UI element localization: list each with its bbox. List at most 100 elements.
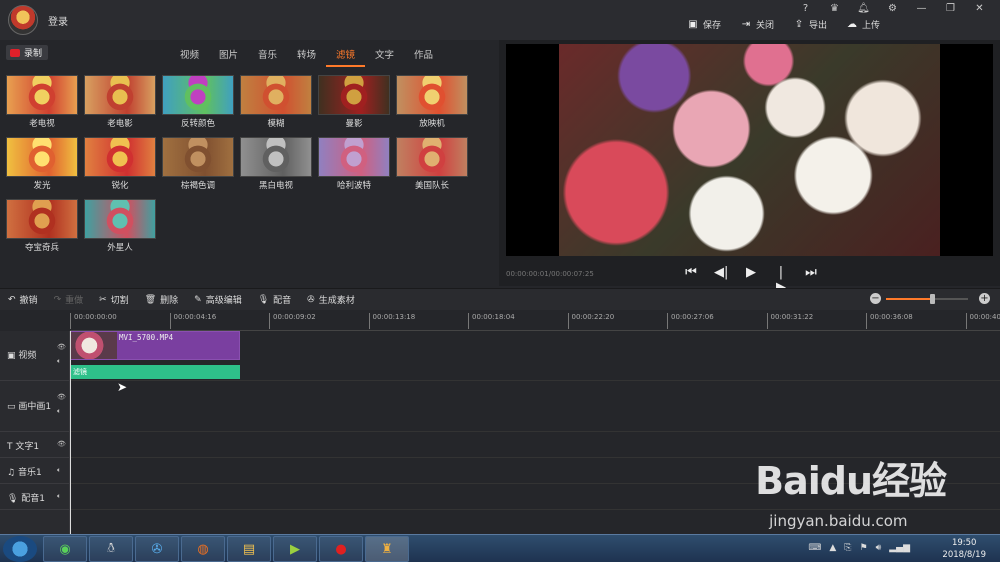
track-header-music: ♫ 音乐1 🔈︎ — [0, 458, 70, 484]
delete-button[interactable]: 🗑︎ 删除 — [144, 293, 178, 307]
file-toolbar: ▣ 保存 ⇥ 关闭 ⇪ 导出 ☁ 上传 — [688, 18, 880, 31]
volume-icon[interactable]: 🔊︎ — [876, 543, 882, 553]
upload-button[interactable]: ☁ 上传 — [847, 18, 880, 31]
filter-thumbnail — [162, 137, 234, 177]
network-icon[interactable]: ▂▄▆ — [889, 543, 910, 553]
login-link[interactable]: 登录 — [48, 13, 68, 28]
speaker-icon[interactable]: 🔈︎ — [57, 407, 61, 416]
close-icon[interactable]: ✕ — [965, 2, 994, 16]
filter-clip[interactable]: 滤镜 — [70, 365, 240, 379]
keyboard-icon[interactable]: ⌨ — [808, 543, 821, 553]
filter-item[interactable]: 夺宝奇兵 — [6, 199, 78, 257]
track-header-text: T 文字1 👁︎ — [0, 432, 70, 458]
tab-text[interactable]: 文字 — [365, 47, 404, 67]
speaker-icon[interactable]: 🔈︎ — [57, 466, 61, 475]
filter-item[interactable]: 发光 — [6, 137, 78, 195]
lane-video[interactable]: MVI_5700.MP4 滤镜 — [70, 331, 1000, 381]
taskbar-app-qq[interactable]: 🐧︎ — [89, 536, 133, 562]
filter-item[interactable]: 哈利波特 — [318, 137, 390, 195]
save-button[interactable]: ▣ 保存 — [688, 18, 721, 31]
bell-icon[interactable]: 🔔︎ — [849, 2, 878, 16]
avatar[interactable] — [8, 5, 38, 35]
taskbar-app-editor[interactable]: ♜ — [365, 536, 409, 562]
filter-item[interactable]: 放映机 — [396, 75, 468, 133]
track-header-dub: 🎙︎ 配音1 🔈︎ — [0, 484, 70, 510]
eye-icon[interactable]: 👁︎ — [57, 393, 66, 401]
taskbar-app-media[interactable]: ✇ — [135, 536, 179, 562]
taskbar-app-player[interactable]: ▶ — [273, 536, 317, 562]
ruler-tick-label: 00:00:22:20 — [567, 313, 614, 329]
arrow-up-icon[interactable]: ▲ — [829, 543, 836, 553]
redo-button[interactable]: ↷ 重做 — [54, 293, 84, 307]
filter-thumbnail — [84, 75, 156, 115]
taskbar-app-firefox[interactable]: ◍ — [181, 536, 225, 562]
filter-item[interactable]: 外星人 — [84, 199, 156, 257]
record-button[interactable]: 录制 — [6, 45, 48, 60]
taskbar-app-browser[interactable]: ◉ — [43, 536, 87, 562]
flag-icon[interactable]: ⚑ — [859, 543, 867, 553]
filter-thumbnail — [396, 137, 468, 177]
filter-item[interactable]: 黑白电视 — [240, 137, 312, 195]
speaker-icon[interactable]: 🔈︎ — [57, 492, 61, 501]
zoom-in-icon[interactable]: + — [979, 293, 990, 304]
ruler-tick-label: 00:00:27:06 — [667, 313, 714, 329]
filter-item[interactable]: 老电影 — [84, 75, 156, 133]
export-button[interactable]: ⇪ 导出 — [794, 18, 827, 31]
filter-thumbnail — [318, 75, 390, 115]
start-button[interactable] — [3, 536, 37, 562]
filter-item[interactable]: 美国队长 — [396, 137, 468, 195]
cut-button[interactable]: ✂ 切割 — [99, 293, 129, 307]
upload-icon: ☁ — [846, 18, 857, 30]
filter-item[interactable]: 老电视 — [6, 75, 78, 133]
tab-filter[interactable]: 滤镜 — [326, 47, 365, 67]
filter-item[interactable]: 棕褐色调 — [162, 137, 234, 195]
undo-button[interactable]: ↶ 撤销 — [8, 293, 38, 307]
zoom-out-icon[interactable]: − — [870, 293, 881, 304]
ruler-tick-label: 00:00:09:02 — [269, 313, 316, 329]
clock[interactable]: 19:50 2018/8/19 — [942, 537, 986, 561]
eye-icon[interactable]: 👁︎ — [57, 440, 66, 448]
timecode: 00:00:00:01/00:00:07:25 — [506, 270, 594, 278]
lane-pip[interactable] — [70, 381, 1000, 432]
restore-icon[interactable]: ❐ — [936, 2, 965, 16]
vip-icon[interactable]: ♛ — [820, 2, 849, 16]
tab-music[interactable]: 音乐 — [248, 47, 287, 67]
editor-app-icon: ♜ — [381, 541, 393, 557]
filter-item[interactable]: 模糊 — [240, 75, 312, 133]
taskbar-app-recorder[interactable]: ● — [319, 536, 363, 562]
watermark-logo: Baidu经验 — [755, 459, 947, 503]
dub-button[interactable]: 🎙︎ 配音 — [258, 293, 292, 307]
player-icon: ▶ — [290, 541, 300, 557]
video-preview[interactable] — [506, 44, 993, 256]
playhead[interactable] — [70, 331, 71, 534]
advanced-edit-button[interactable]: ✎ 高级编辑 — [194, 293, 242, 307]
track-name-music: ♫ 音乐1 — [7, 468, 42, 478]
eye-icon[interactable]: 👁︎ — [57, 343, 66, 351]
speaker-icon[interactable]: 🔈︎ — [57, 357, 61, 366]
track-headers: ▣ 视频 👁︎ 🔈︎ ▭ 画中画1 👁︎ 🔈︎ T 文字1 👁︎ ♫ 音乐1 🔈… — [0, 331, 70, 534]
gear-icon[interactable]: ⚙ — [878, 2, 907, 16]
tab-transition[interactable]: 转场 — [287, 47, 326, 67]
trash-icon: 🗑︎ — [144, 294, 157, 305]
usb-icon[interactable]: ⎘ — [844, 543, 851, 553]
filter-label: 老电影 — [107, 119, 133, 129]
filter-item[interactable]: 反转颜色 — [162, 75, 234, 133]
tab-image[interactable]: 图片 — [209, 47, 248, 67]
firefox-icon: ◍ — [197, 541, 209, 557]
zoom-slider-handle[interactable] — [929, 294, 935, 304]
tab-works[interactable]: 作品 — [404, 47, 443, 67]
help-icon[interactable]: ? — [791, 2, 820, 16]
dub-label: 配音 — [273, 296, 292, 306]
track-label: 文字1 — [15, 442, 40, 452]
video-clip[interactable]: MVI_5700.MP4 — [70, 331, 240, 360]
tab-video[interactable]: 视频 — [170, 47, 209, 67]
edit-toolbar: ↶ 撤销 ↷ 重做 ✂ 切割 🗑︎ 删除 ✎ 高级编辑 🎙︎ 配音 ✇ 生成素材 − + — [0, 288, 1000, 310]
generate-material-button[interactable]: ✇ 生成素材 — [307, 293, 355, 307]
filter-thumbnail — [318, 137, 390, 177]
filter-item[interactable]: 曼影 — [318, 75, 390, 133]
filter-item[interactable]: 锐化 — [84, 137, 156, 195]
minimize-icon[interactable]: — — [907, 2, 936, 16]
taskbar-app-explorer[interactable]: ▤ — [227, 536, 271, 562]
timeline-ruler[interactable]: 00:00:00:00 00:00:04:16 00:00:09:02 00:00:1… — [70, 311, 1000, 331]
close-project-button[interactable]: ⇥ 关闭 — [741, 18, 774, 31]
